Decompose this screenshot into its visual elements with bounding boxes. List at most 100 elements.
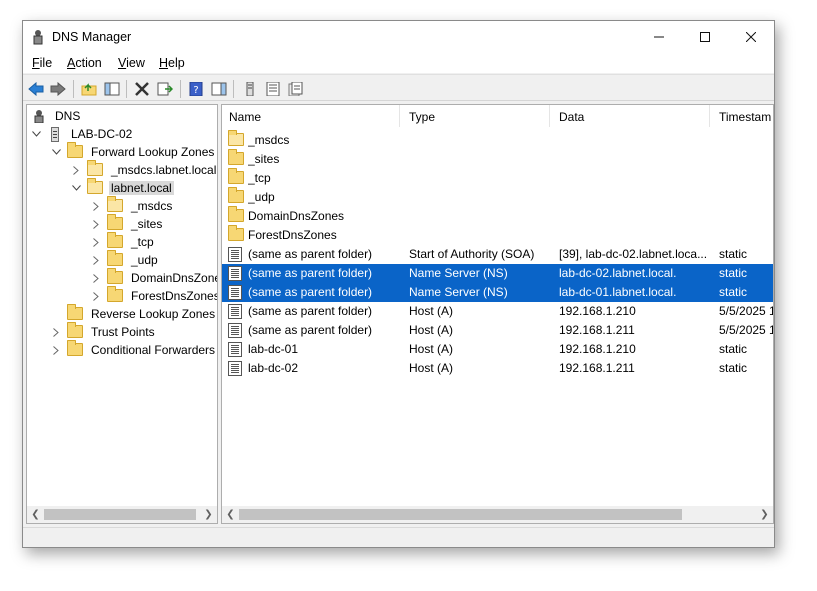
tree-item-label: DomainDnsZones <box>131 271 218 285</box>
chevron-down-icon[interactable] <box>51 147 61 157</box>
list-item[interactable]: (same as parent folder) Host (A) 192.168.1… <box>222 302 773 321</box>
folder-icon <box>228 168 244 186</box>
chevron-right-icon[interactable] <box>91 219 101 229</box>
back-button[interactable] <box>27 80 45 98</box>
folder-icon <box>67 340 83 357</box>
list-item[interactable]: _msdcs <box>222 130 773 150</box>
tree-item-sites[interactable]: _sites <box>91 214 164 233</box>
tree-item-dns[interactable]: DNS <box>31 107 82 125</box>
export-list-button[interactable] <box>156 80 174 98</box>
help-button[interactable]: ? <box>187 80 205 98</box>
maximize-button[interactable] <box>682 21 728 53</box>
show-action-pane-button[interactable] <box>210 80 228 98</box>
list-item[interactable]: (same as parent folder) Host (A) 192.168.1… <box>222 321 773 340</box>
tree-horizontal-scrollbar[interactable]: ❮ ❯ <box>27 506 217 523</box>
cell-timestamp: static <box>719 361 748 375</box>
tree-item-label: DNS <box>55 109 81 123</box>
list-item[interactable]: _tcp <box>222 168 773 188</box>
list-item[interactable]: (same as parent folder) Name Server (NS) l… <box>222 264 773 283</box>
chevron-right-icon[interactable] <box>51 327 61 337</box>
toolbar-separator <box>233 80 234 98</box>
cell-data: 192.168.1.211 <box>559 323 635 337</box>
tree-item-labnet-local[interactable]: labnet.local <box>71 178 174 197</box>
tree-item-msdcs-labnet-local[interactable]: _msdcs.labnet.local <box>71 160 217 179</box>
chevron-right-icon[interactable] <box>91 291 101 301</box>
chevron-right-icon[interactable] <box>71 165 81 175</box>
list-item[interactable]: ForestDnsZones <box>222 225 773 245</box>
chevron-right-icon[interactable] <box>51 345 61 355</box>
tree-item-udp[interactable]: _udp <box>91 250 160 269</box>
dns-manager-window: DNS Manager File Action View Help ? DNS … <box>22 20 775 548</box>
cell-data: lab-dc-02.labnet.local. <box>559 266 677 280</box>
forward-button[interactable] <box>49 80 67 98</box>
tree-item-lab-dc-02[interactable]: LAB-DC-02 <box>31 125 134 143</box>
list-item[interactable]: _sites <box>222 149 773 169</box>
scroll-left-arrow-icon[interactable]: ❮ <box>222 506 239 523</box>
tree-item-domaindnszones[interactable]: DomainDnsZones <box>91 268 218 287</box>
maximize-icon <box>700 32 710 42</box>
menu-action[interactable]: Action <box>67 56 102 70</box>
folder-icon <box>228 225 244 243</box>
tree-item-label: _tcp <box>131 235 154 249</box>
tree-item-trust-points[interactable]: Trust Points <box>51 322 157 341</box>
column-header-name[interactable]: Name <box>222 105 400 127</box>
chevron-right-icon[interactable] <box>91 273 101 283</box>
toolbar-separator <box>126 80 127 98</box>
delete-x-icon <box>135 82 149 96</box>
list-item[interactable]: (same as parent folder) Name Server (NS) l… <box>222 283 773 302</box>
column-header-timestamp[interactable]: Timestam <box>712 105 773 127</box>
chevron-right-icon[interactable] <box>91 201 101 211</box>
tree-item-forestdnszones[interactable]: ForestDnsZones <box>91 286 217 305</box>
list-item[interactable]: _udp <box>222 187 773 207</box>
show-hide-tree-button[interactable] <box>103 80 121 98</box>
record-icon <box>228 323 244 338</box>
tree-item-msdcs[interactable]: _msdcs <box>91 196 174 215</box>
cell-name: _sites <box>248 152 280 166</box>
column-header-type[interactable]: Type <box>402 105 550 127</box>
scroll-left-arrow-icon[interactable]: ❮ <box>27 506 44 523</box>
scroll-right-arrow-icon[interactable]: ❯ <box>756 506 773 523</box>
cell-name: (same as parent folder) <box>248 247 373 261</box>
close-button[interactable] <box>728 21 774 53</box>
list-item[interactable]: DomainDnsZones <box>222 206 773 226</box>
list-item[interactable]: lab-dc-01 Host (A) 192.168.1.210 static <box>222 340 773 359</box>
cell-type: Host (A) <box>409 342 454 356</box>
cell-type: Name Server (NS) <box>409 266 508 280</box>
chevron-down-icon[interactable] <box>31 129 41 139</box>
folder-icon <box>107 268 123 285</box>
cell-timestamp: 5/5/2025 1 <box>719 323 774 337</box>
console-tree-pane[interactable]: DNS LAB-DC-02 Forward Lookup Zones _msdcs.l… <box>26 104 218 524</box>
tree-item-conditional-forwarders[interactable]: Conditional Forwarders <box>51 340 217 359</box>
menu-file[interactable]: File <box>32 56 52 70</box>
column-header-data[interactable]: Data <box>552 105 710 127</box>
scroll-right-arrow-icon[interactable]: ❯ <box>200 506 217 523</box>
cell-name: DomainDnsZones <box>248 209 345 223</box>
folder-icon <box>228 187 244 205</box>
list-item[interactable]: lab-dc-02 Host (A) 192.168.1.211 static <box>222 359 773 378</box>
title-bar[interactable]: DNS Manager <box>23 21 774 53</box>
menu-view[interactable]: View <box>118 56 145 70</box>
up-folder-icon <box>81 83 97 96</box>
list-item[interactable]: (same as parent folder) Start of Authorit… <box>222 245 773 264</box>
delete-button[interactable] <box>133 80 151 98</box>
chevron-down-icon[interactable] <box>71 183 81 193</box>
server-properties-button[interactable] <box>241 80 259 98</box>
up-one-level-button[interactable] <box>80 80 98 98</box>
export-list-icon <box>157 82 173 96</box>
scroll-thumb[interactable] <box>44 509 196 520</box>
records-view-button[interactable] <box>264 80 282 98</box>
records-list-pane[interactable]: Name Type Data Timestam _msdcs _sites _tcp… <box>221 104 774 524</box>
list-horizontal-scrollbar[interactable]: ❮ ❯ <box>222 506 773 523</box>
scroll-thumb[interactable] <box>239 509 682 520</box>
cell-timestamp: static <box>719 342 748 356</box>
chevron-right-icon[interactable] <box>91 255 101 265</box>
tree-item-tcp[interactable]: _tcp <box>91 232 156 251</box>
minimize-button[interactable] <box>636 21 682 53</box>
menu-help[interactable]: Help <box>159 56 185 70</box>
tree-item-label: Conditional Forwarders <box>91 343 216 357</box>
zone-records-button[interactable] <box>287 80 305 98</box>
tree-item-reverse-lookup-zones[interactable]: Reverse Lookup Zones <box>51 304 217 323</box>
chevron-right-icon[interactable] <box>91 237 101 247</box>
window-title: DNS Manager <box>52 30 132 44</box>
tree-item-forward-lookup-zones[interactable]: Forward Lookup Zones <box>51 142 216 161</box>
